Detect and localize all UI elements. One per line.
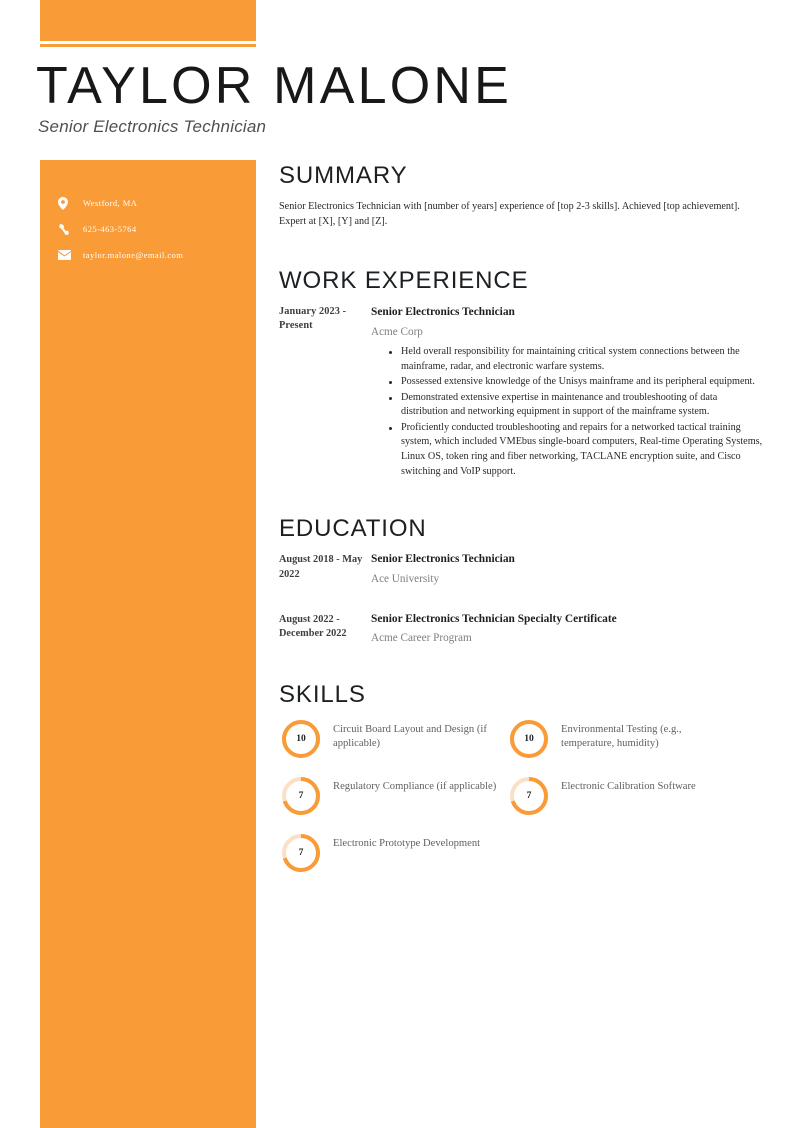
skill-gauge-icon: 10 (507, 717, 551, 761)
contact-location-text: Westford, MA (83, 198, 138, 208)
skill-gauge-icon: 7 (279, 774, 323, 818)
skill-item: 7 Electronic Prototype Development (279, 831, 509, 875)
contact-email-text: taylor.malone@email.com (83, 250, 184, 260)
candidate-job-title: Senior Electronics Technician (38, 117, 267, 136)
skill-value: 10 (296, 733, 306, 745)
section-summary: SUMMARY Senior Electronics Technician wi… (279, 163, 765, 230)
header-accent-band (40, 0, 256, 41)
education-entry-organization: Acme Career Program (371, 632, 472, 645)
contact-item-email: taylor.malone@email.com (40, 242, 256, 268)
skill-label: Electronic Prototype Development (333, 837, 481, 849)
skill-gauge-icon: 10 (279, 717, 323, 761)
skill-label: Circuit Board Layout and Design (if appl… (333, 723, 487, 750)
skill-label: Electronic Calibration Software (561, 780, 696, 792)
work-entry-role: Senior Electronics Technician (371, 305, 515, 318)
education-entry-dates: August 2018 - May 2022 (279, 554, 363, 580)
skills-heading: SKILLS (279, 680, 366, 708)
work-bullet: Proficiently conducted troubleshooting a… (389, 421, 765, 479)
header-accent-rule (40, 44, 256, 47)
skill-item: 10 Environmental Testing (e.g., temperat… (507, 717, 737, 761)
resume-main-column: SUMMARY Senior Electronics Technician wi… (279, 163, 765, 877)
skills-grid: 10 Circuit Board Layout and Design (if a… (279, 717, 765, 877)
education-heading: EDUCATION (279, 515, 427, 543)
summary-body: Senior Electronics Technician with [numb… (279, 201, 740, 227)
work-entry-bullets: Held overall responsibility for maintain… (371, 345, 765, 479)
work-experience-heading: WORK EXPERIENCE (279, 266, 529, 294)
section-education: EDUCATION August 2018 - May 2022 Senior … (279, 516, 765, 645)
work-entry: January 2023 - Present Senior Electronic… (279, 305, 765, 480)
education-entry: August 2022 - December 2022 Senior Elect… (279, 613, 765, 646)
work-bullet: Demonstrated extensive expertise in main… (389, 391, 765, 420)
skill-item: 7 Electronic Calibration Software (507, 774, 737, 818)
sidebar: Westford, MA 625-463-5764 taylor.malone@… (40, 160, 256, 1128)
skill-gauge-icon: 7 (507, 774, 551, 818)
skill-label: Regulatory Compliance (if applicable) (333, 780, 497, 792)
education-entry-role: Senior Electronics Technician (371, 553, 515, 566)
work-bullet: Held overall responsibility for maintain… (389, 345, 765, 374)
education-entry-dates: August 2022 - December 2022 (279, 613, 347, 640)
contact-item-phone: 625-463-5764 (40, 216, 256, 242)
skill-label: Environmental Testing (e.g., temperature… (561, 723, 682, 750)
skill-value: 7 (298, 847, 304, 859)
phone-icon (58, 221, 76, 237)
work-entry-dates: January 2023 - Present (279, 305, 347, 332)
candidate-name: TAYLOR MALONE (36, 57, 512, 115)
section-skills: SKILLS 10 Circuit Board Layout and Desig… (279, 680, 765, 877)
skill-gauge-icon: 7 (279, 831, 323, 875)
skill-value: 7 (526, 790, 532, 802)
skill-item: 7 Regulatory Compliance (if applicable) (279, 774, 509, 818)
section-work-experience: WORK EXPERIENCE January 2023 - Present S… (279, 266, 765, 481)
contact-phone-text: 625-463-5764 (83, 224, 137, 234)
skill-item: 10 Circuit Board Layout and Design (if a… (279, 717, 509, 761)
education-entry: August 2018 - May 2022 Senior Electronic… (279, 553, 765, 586)
education-entry-role: Senior Electronics Technician Specialty … (371, 612, 617, 625)
contact-item-location: Westford, MA (40, 190, 256, 216)
skill-value: 10 (524, 733, 534, 745)
envelope-icon (58, 247, 76, 263)
summary-heading: SUMMARY (279, 162, 408, 189)
work-entry-organization: Acme Corp (371, 326, 423, 338)
work-bullet: Possessed extensive knowledge of the Uni… (389, 375, 765, 390)
skill-value: 7 (298, 790, 304, 802)
location-pin-icon (58, 195, 76, 211)
education-entry-organization: Ace University (371, 573, 440, 586)
